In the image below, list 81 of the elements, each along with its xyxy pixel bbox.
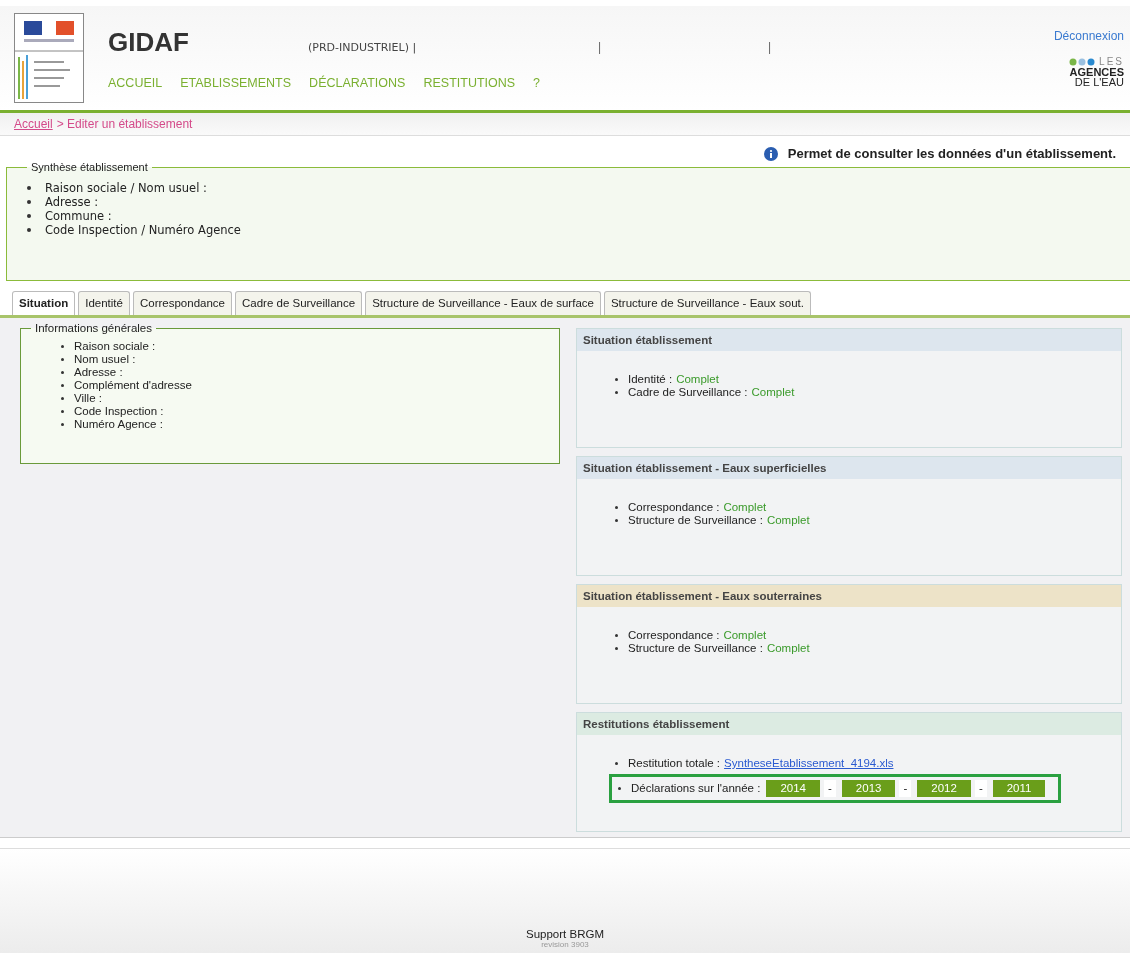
field-label: Raison sociale / Nom usuel : <box>45 181 207 195</box>
footer-text: Support BRGM <box>526 928 604 940</box>
status-label: Cadre de Surveillance : <box>628 386 748 399</box>
status-value: Complet <box>766 642 810 655</box>
field-label: Raison sociale : <box>74 340 156 353</box>
tab[interactable]: Correspondance <box>132 291 232 315</box>
year-link[interactable]: 2012 <box>917 780 971 797</box>
bullet-icon <box>27 214 31 218</box>
bullet-icon <box>61 410 64 413</box>
bullet-icon <box>61 371 64 374</box>
info-icon <box>763 146 778 161</box>
year-link[interactable]: 2014 <box>766 780 820 797</box>
field-label: Ville : <box>74 392 102 405</box>
nav-link[interactable]: ETABLISSEMENTS <box>180 75 292 90</box>
separator-text: | <box>598 39 603 54</box>
tab[interactable]: Cadre de Surveillance <box>234 291 363 315</box>
bullet-icon <box>27 186 31 190</box>
bullet-icon <box>615 647 618 650</box>
panel-title: Situation établissement - Eaux souterraines <box>577 585 1121 607</box>
tab[interactable]: Structure de Surveillance - Eaux de surface <box>365 291 601 315</box>
separator-text: - <box>974 780 987 797</box>
bullet-icon <box>61 358 64 361</box>
bullet-icon <box>615 506 618 509</box>
field-label: Déclarations sur l'année : <box>631 782 761 795</box>
tab[interactable]: Structure de Surveillance - Eaux sout. <box>603 291 811 315</box>
info-message: Permet de consulter les données d'un établissement. <box>787 146 1116 161</box>
field-label: Code Inspection / Numéro Agence <box>45 223 241 237</box>
field-label: Complément d'adresse <box>74 379 192 392</box>
separator-text: - <box>824 780 836 797</box>
status-label: Correspondance : <box>628 501 720 514</box>
bullet-icon <box>615 634 618 637</box>
field-label: Numéro Agence : <box>74 418 163 431</box>
bullet-icon <box>61 423 64 426</box>
panel-title: Situation établissement <box>577 329 1121 351</box>
tab[interactable]: Situation <box>12 291 76 315</box>
panel-title: Restitutions établissement <box>577 713 1121 735</box>
revision-text: revision 3903 <box>541 940 589 949</box>
logout-link[interactable]: Déconnexion <box>1053 29 1124 43</box>
separator-text: - <box>899 780 912 797</box>
field-label: Adresse : <box>45 195 99 209</box>
bullet-icon <box>27 228 31 232</box>
bullet-icon <box>615 378 618 381</box>
status-label: Structure de Surveillance : <box>628 514 763 527</box>
nav-link[interactable]: RESTITUTIONS <box>423 75 516 90</box>
bullet-icon <box>615 762 618 765</box>
status-label: Correspondance : <box>628 629 720 642</box>
separator-text: | <box>768 39 773 54</box>
year-link[interactable]: 2013 <box>841 780 896 797</box>
year-link[interactable]: 2011 <box>992 780 1046 797</box>
bullet-icon <box>615 391 618 394</box>
nav-link[interactable]: ? <box>533 75 541 90</box>
synthesis-title: Synthèse établissement <box>30 161 149 173</box>
panel-title: Situation établissement - Eaux superficielles <box>577 457 1121 479</box>
bullet-icon <box>61 384 64 387</box>
status-label: Structure de Surveillance : <box>628 642 763 655</box>
status-value: Complet <box>751 386 795 399</box>
field-label: Nom usuel : <box>74 353 136 366</box>
breadcrumb-link[interactable]: Accueil <box>14 117 53 131</box>
status-value: Complet <box>723 629 767 642</box>
app-title: GIDAF <box>108 26 190 58</box>
file-link[interactable]: SyntheseEtablissement_4194.xls <box>724 757 894 770</box>
bullet-icon <box>27 200 31 204</box>
field-label: Code Inspection : <box>74 405 164 418</box>
status-value: Complet <box>676 373 719 386</box>
field-label: Restitution totale : <box>628 757 721 770</box>
field-label: Adresse : <box>74 366 123 379</box>
nav-link[interactable]: ACCUEIL <box>108 75 163 90</box>
bullet-icon <box>615 519 618 522</box>
breadcrumb-current: > Editer un établissement <box>56 117 193 131</box>
bullet-icon <box>61 397 64 400</box>
status-value: Complet <box>723 501 767 514</box>
environment-label: (PRD-INDUSTRIEL) | <box>308 40 418 54</box>
status-label: Identité : <box>628 373 673 386</box>
general-info-title: Informations générales <box>34 322 153 334</box>
tab[interactable]: Identité <box>78 291 130 315</box>
status-value: Complet <box>766 514 810 527</box>
bullet-icon <box>61 345 64 348</box>
bullet-icon <box>618 787 621 790</box>
nav-link[interactable]: DÉCLARATIONS <box>309 75 406 90</box>
field-label: Commune : <box>45 209 112 223</box>
agency-logo: LES AGENCES DE L'EAU <box>1069 57 1124 87</box>
